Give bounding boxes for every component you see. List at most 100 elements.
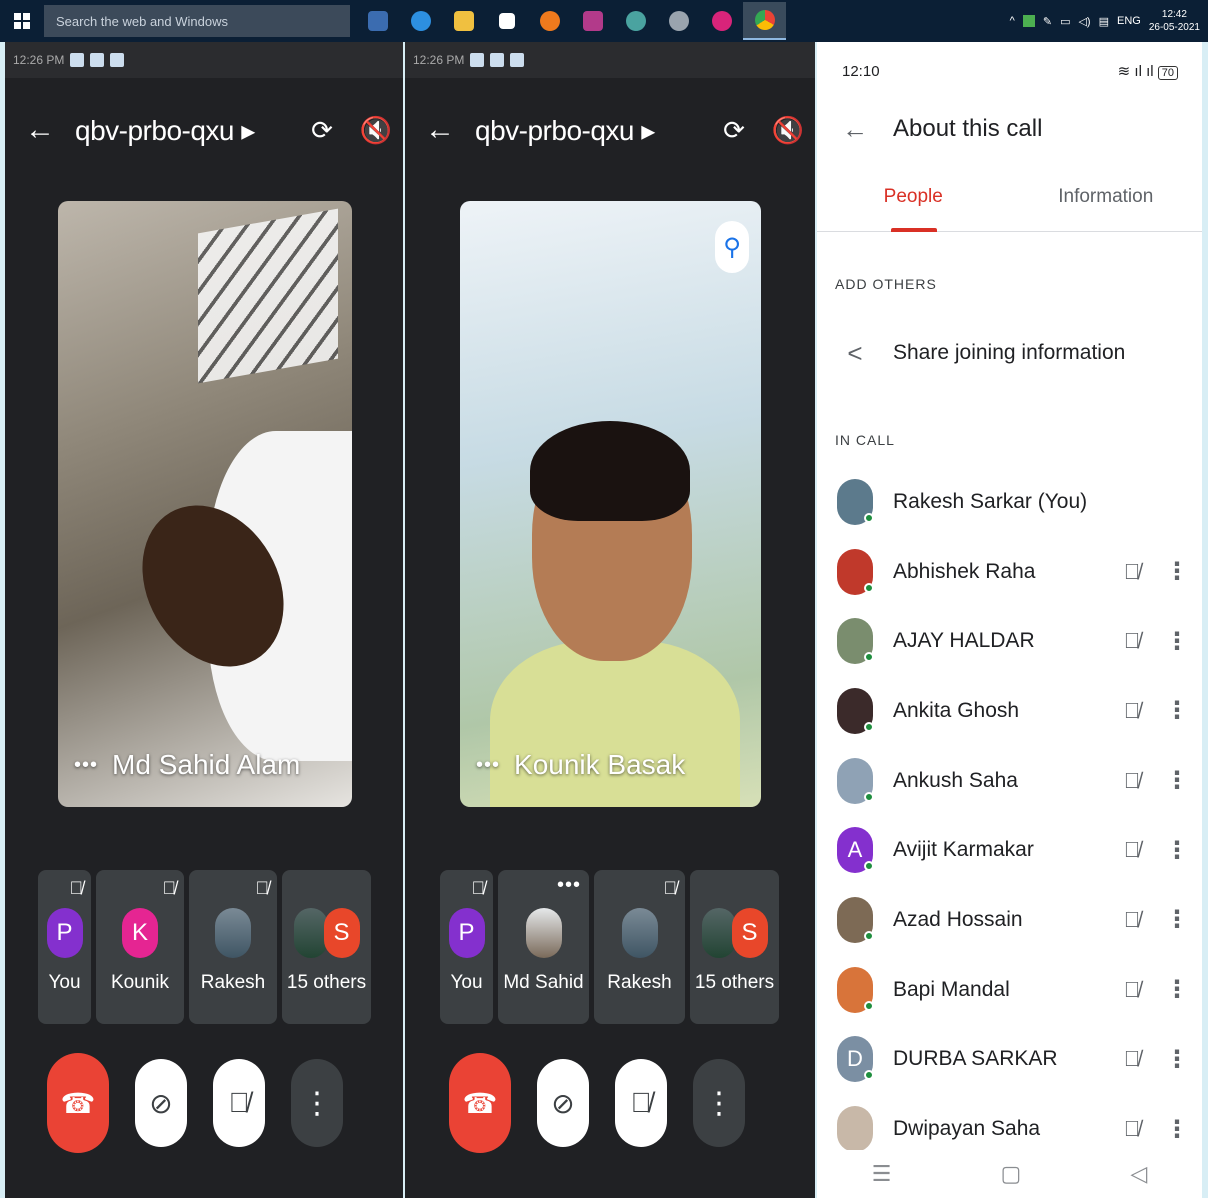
switch-camera-icon[interactable]: ⟳ [707, 115, 761, 146]
participant-name-label: ••• Md Sahid Alam [74, 749, 300, 781]
thumb-others[interactable]: S 15 others [282, 870, 371, 1024]
meet-header: ← qbv-prbo-qxu ▸ ⟳ 🔇 [5, 100, 403, 160]
meeting-code[interactable]: qbv-prbo-qxu ▸ [75, 114, 295, 147]
list-item[interactable]: Rakesh Sarkar (You) [817, 467, 1202, 537]
thumb-label: Kounik [110, 972, 170, 993]
mic-off-icon: 🎙̸ [1123, 628, 1141, 654]
list-item[interactable]: A Avijit Karmakar 🎙̸ ⋮ [817, 815, 1202, 885]
search-app-icon[interactable] [614, 2, 657, 40]
meeting-code[interactable]: qbv-prbo-qxu ▸ [475, 114, 707, 147]
tool-app-icon[interactable] [657, 2, 700, 40]
list-item[interactable]: D DURBA SARKAR 🎙̸ ⋮ [817, 1025, 1202, 1095]
participant-video-tile[interactable]: ••• Md Sahid Alam [58, 201, 352, 807]
tab-information[interactable]: Information [1010, 172, 1203, 231]
notification-icon [490, 53, 505, 67]
home-icon[interactable]: ▢ [1000, 1161, 1021, 1187]
list-item[interactable]: Bapi Mandal 🎙̸ ⋮ [817, 955, 1202, 1025]
camera-toggle-button[interactable]: ⊘ [537, 1059, 589, 1147]
battery-icon[interactable]: ▭ [1060, 15, 1070, 28]
online-indicator [864, 721, 874, 732]
recents-icon[interactable]: ☰ [872, 1161, 892, 1187]
taskbar-search-input[interactable]: Search the web and Windows [44, 5, 350, 37]
language-indicator[interactable]: ENG [1117, 15, 1141, 27]
phone-status-bar: 12:10 ≋ ıl ıl 70 [817, 42, 1202, 100]
end-call-button[interactable]: ☎ [449, 1053, 511, 1153]
more-vert-icon[interactable]: ⋮ [1152, 696, 1202, 725]
android-nav-bar: ☰ ▢ ◁ [817, 1150, 1202, 1198]
switch-camera-icon[interactable]: ⟳ [295, 115, 349, 146]
thumb-rakesh[interactable]: 🎙̸ Rakesh [189, 870, 277, 1024]
more-vert-icon[interactable]: ⋮ [1152, 627, 1202, 656]
more-options-button[interactable]: ⋮ [693, 1059, 745, 1147]
more-vert-icon[interactable]: ⋮ [1152, 766, 1202, 795]
notification-icon [110, 53, 125, 67]
more-vert-icon[interactable]: ⋮ [1152, 1045, 1202, 1074]
tab-people[interactable]: People [817, 172, 1010, 232]
thumb-label: Rakesh [200, 972, 266, 993]
tray-app-icon[interactable] [1022, 15, 1035, 27]
meet-header: ← qbv-prbo-qxu ▸ ⟳ 🔇 [405, 100, 815, 160]
more-vert-icon[interactable]: ⋮ [1152, 1115, 1202, 1144]
start-button[interactable] [0, 0, 44, 42]
back-arrow-icon[interactable]: ← [5, 113, 75, 147]
participant-video-tile[interactable]: ⚲ ••• Kounik Basak [460, 201, 761, 807]
store-icon[interactable] [485, 2, 528, 40]
more-vert-icon[interactable]: ⋮ [1152, 975, 1202, 1004]
list-item[interactable]: AJAY HALDAR 🎙̸ ⋮ [817, 606, 1202, 676]
list-item[interactable]: Ankita Ghosh 🎙̸ ⋮ [817, 676, 1202, 746]
speaker-off-icon[interactable]: 🔇 [761, 115, 815, 146]
pen-icon[interactable]: ✎ [1043, 15, 1052, 28]
chrome-icon[interactable] [743, 2, 786, 40]
back-arrow-icon[interactable]: ← [405, 113, 475, 147]
thumb-label: Md Sahid [503, 972, 584, 993]
taskbar-app-icon[interactable] [356, 2, 399, 40]
thumb-label: You [48, 972, 81, 993]
back-icon[interactable]: ◁ [1130, 1161, 1147, 1187]
virus-app-icon[interactable] [700, 2, 743, 40]
mic-toggle-button[interactable]: 🎙̸ [615, 1059, 667, 1147]
volume-icon[interactable]: ◁) [1078, 15, 1090, 28]
share-joining-info-button[interactable]: < Share joining information [817, 330, 1202, 376]
file-explorer-icon[interactable] [442, 2, 485, 40]
paint-icon[interactable] [571, 2, 614, 40]
speaker-off-icon[interactable]: 🔇 [349, 115, 403, 146]
more-vert-icon[interactable]: ⋮ [1152, 836, 1202, 865]
mic-off-icon: 🎙̸ [69, 878, 84, 898]
list-item[interactable]: Ankush Saha 🎙̸ ⋮ [817, 746, 1202, 816]
more-vert-icon[interactable]: ⋮ [1152, 905, 1202, 934]
online-indicator [864, 582, 874, 593]
thumb-you[interactable]: 🎙̸ P You [440, 870, 493, 1024]
mic-off-icon: 🎙̸ [1123, 837, 1141, 863]
online-indicator [864, 930, 874, 941]
thumb-kounik[interactable]: 🎙̸ K Kounik [96, 870, 184, 1024]
list-item[interactable]: Abhishek Raha 🎙̸ ⋮ [817, 537, 1202, 607]
notification-icon [510, 53, 525, 67]
camera-toggle-button[interactable]: ⊘ [135, 1059, 187, 1147]
thumb-rakesh[interactable]: 🎙̸ Rakesh [594, 870, 685, 1024]
back-arrow-icon[interactable]: ← [817, 114, 893, 145]
participant-thumbnails: 🎙̸ P You 🎙̸ K Kounik 🎙̸ Rakesh S 15 othe… [38, 870, 371, 1024]
end-call-button[interactable]: ☎ [47, 1053, 109, 1153]
clock[interactable]: 12:42 26-05-2021 [1149, 8, 1200, 34]
mic-off-icon: 🎙̸ [1123, 767, 1141, 793]
firefox-icon[interactable] [528, 2, 571, 40]
more-vert-icon[interactable]: ⋮ [1152, 557, 1202, 586]
online-indicator [864, 1000, 874, 1011]
thumb-you[interactable]: 🎙̸ P You [38, 870, 91, 1024]
avatar: P [46, 908, 83, 958]
pin-icon[interactable]: ⚲ [715, 221, 749, 273]
mic-off-icon: 🎙̸ [1123, 1116, 1141, 1142]
list-item[interactable]: Azad Hossain 🎙̸ ⋮ [817, 885, 1202, 955]
avatar-pair: S [293, 908, 360, 958]
more-options-button[interactable]: ⋮ [291, 1059, 343, 1147]
avatar [837, 478, 874, 525]
mic-toggle-button[interactable]: 🎙̸ [213, 1059, 265, 1147]
thumb-others[interactable]: S 15 others [690, 870, 779, 1024]
participant-name: Abhishek Raha [893, 559, 1036, 583]
notifications-icon[interactable]: ▤ [1099, 15, 1109, 28]
avatar-letter: D [847, 1046, 863, 1072]
thumb-md-sahid[interactable]: ••• Md Sahid [498, 870, 589, 1024]
system-tray: ^ ✎ ▭ ◁) ▤ ENG 12:42 26-05-2021 [1010, 0, 1200, 42]
chevron-up-icon[interactable]: ^ [1010, 15, 1015, 27]
edge-icon[interactable] [399, 2, 442, 40]
